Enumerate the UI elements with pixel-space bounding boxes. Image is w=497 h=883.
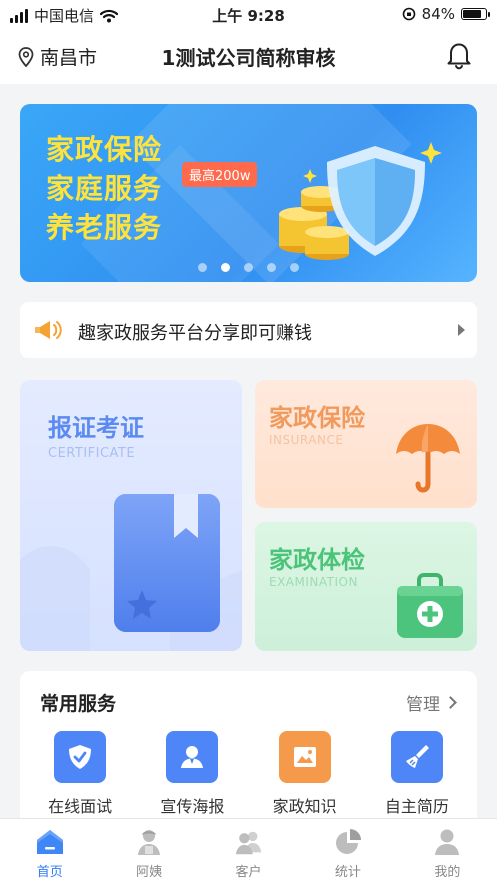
service-knowledge[interactable]: 家政知识 [255,731,355,817]
promo-banner[interactable]: 家政保险 家庭服务 养老服务 最高200w [20,104,477,282]
umbrella-icon [396,424,460,493]
insurance-card[interactable]: 家政保险 INSURANCE [255,380,477,508]
bell-icon[interactable] [445,40,473,70]
home-icon [35,827,65,857]
carousel-dot[interactable] [198,263,207,272]
service-resume[interactable]: 自主简历 [367,731,467,817]
service-poster[interactable]: 宣传海报 [142,731,242,817]
card-title: 家政体检 [269,546,365,574]
card-title: 家政保险 [269,404,365,432]
manage-label: 管理 [406,695,440,715]
notice-bar[interactable]: 趣家政服务平台分享即可赚钱 [20,302,477,358]
page-title: 1测试公司简称审核 [161,46,336,70]
battery-percent: 84% [421,5,455,23]
bottom-tab-bar: 首页 阿姨 客户 统计 我的 [0,818,497,883]
carousel-dot[interactable] [221,263,230,272]
status-right: 84% [402,5,490,23]
carousel-dot[interactable] [290,263,299,272]
customers-icon [234,827,264,857]
carousel-dot[interactable] [244,263,253,272]
battery-icon [461,8,490,20]
shield-coins-illustration [279,142,442,260]
service-label: 宣传海报 [160,797,225,816]
card-title: 报证考证 [48,414,144,442]
tab-label: 我的 [434,865,461,880]
user-card-icon [166,731,219,783]
tab-label: 客户 [235,865,262,880]
card-subtitle: INSURANCE [269,433,344,447]
tab-customers[interactable]: 客户 [199,819,298,883]
tab-label: 首页 [36,865,63,880]
banner-line: 家政保险 [46,133,163,166]
tab-nanny[interactable]: 阿姨 [99,819,198,883]
orientation-lock-icon [402,7,415,21]
tab-label: 统计 [334,865,361,880]
play-arrow-icon [458,324,465,336]
top-header: 南昌市 1测试公司简称审核 [0,30,497,84]
tab-profile[interactable]: 我的 [398,819,497,883]
chevron-right-icon [444,696,457,709]
service-label: 自主简历 [384,797,449,816]
certificate-card[interactable]: 报证考证 CERTIFICATE [20,380,242,651]
tab-home[interactable]: 首页 [0,819,99,883]
megaphone-icon [35,321,62,339]
banner-line: 养老服务 [46,211,163,244]
banner-headline: 家政保险 家庭服务 养老服务 [46,130,162,247]
tab-stats[interactable]: 统计 [298,819,397,883]
status-bar: 中国电信 上午 9:28 84% [0,0,497,30]
brush-icon [390,731,443,783]
picture-icon [278,731,331,783]
shield-check-icon [54,731,107,783]
service-online-interview[interactable]: 在线面试 [30,731,130,817]
carousel-indicator [20,263,477,272]
card-subtitle: CERTIFICATE [48,446,136,461]
book-icon [114,494,220,632]
banner-tag: 最高200w [182,162,258,187]
service-label: 在线面试 [48,797,113,816]
banner-line: 家庭服务 [46,172,163,205]
profile-icon [432,827,462,857]
medical-kit-icon [397,573,463,638]
stats-icon [333,827,363,857]
card-subtitle: EXAMINATION [269,575,358,589]
carousel-dot[interactable] [267,263,276,272]
services-grid: 在线面试 宣传海报 家政知识 自主简历 [20,731,477,817]
notice-text: 趣家政服务平台分享即可赚钱 [78,323,312,344]
common-services-section: 常用服务 管理 在线面试 宣传海报 家政知识 自主简历 [20,671,477,823]
examination-card[interactable]: 家政体检 EXAMINATION [255,522,477,651]
manage-button[interactable]: 管理 [406,690,457,715]
section-title: 常用服务 [40,693,117,715]
service-label: 家政知识 [272,797,337,816]
nanny-icon [134,827,164,857]
tab-label: 阿姨 [136,865,163,880]
